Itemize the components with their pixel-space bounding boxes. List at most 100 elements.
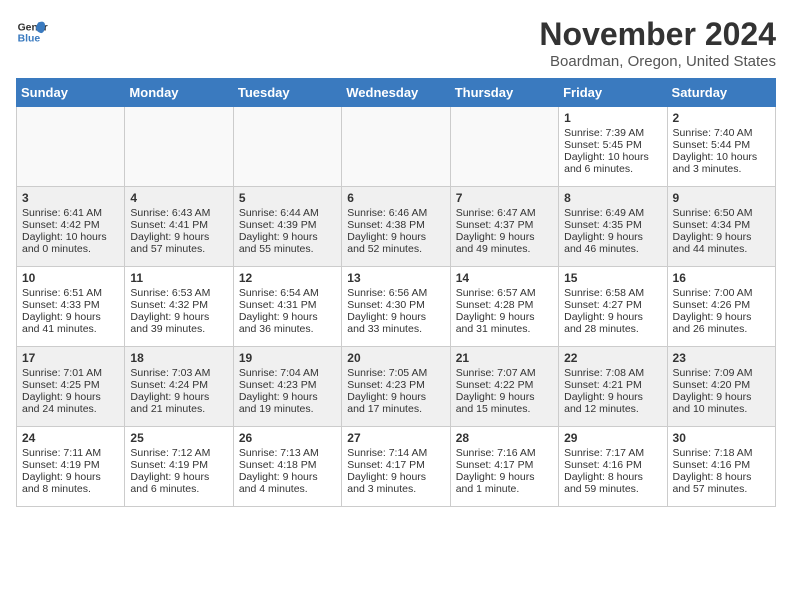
logo-icon: General Blue bbox=[16, 16, 48, 48]
calendar-cell: 17Sunrise: 7:01 AMSunset: 4:25 PMDayligh… bbox=[17, 347, 125, 427]
calendar-subtitle: Boardman, Oregon, United States bbox=[539, 53, 776, 70]
day-info: Sunset: 4:17 PM bbox=[347, 459, 444, 471]
day-info: Daylight: 9 hours and 3 minutes. bbox=[347, 471, 444, 495]
day-info: Sunset: 4:18 PM bbox=[239, 459, 336, 471]
day-info: Daylight: 9 hours and 36 minutes. bbox=[239, 311, 336, 335]
calendar-cell bbox=[450, 107, 558, 187]
day-number: 23 bbox=[673, 351, 770, 365]
day-number: 5 bbox=[239, 191, 336, 205]
day-info: Sunrise: 6:58 AM bbox=[564, 287, 661, 299]
day-info: Daylight: 9 hours and 4 minutes. bbox=[239, 471, 336, 495]
weekday-header-wednesday: Wednesday bbox=[342, 79, 450, 107]
day-info: Sunrise: 6:49 AM bbox=[564, 207, 661, 219]
day-info: Sunrise: 7:01 AM bbox=[22, 367, 119, 379]
day-number: 21 bbox=[456, 351, 553, 365]
day-info: Daylight: 9 hours and 44 minutes. bbox=[673, 231, 770, 255]
day-info: Sunset: 4:16 PM bbox=[564, 459, 661, 471]
day-info: Daylight: 9 hours and 21 minutes. bbox=[130, 391, 227, 415]
day-info: Sunrise: 7:07 AM bbox=[456, 367, 553, 379]
day-number: 26 bbox=[239, 431, 336, 445]
calendar-cell: 24Sunrise: 7:11 AMSunset: 4:19 PMDayligh… bbox=[17, 427, 125, 507]
day-number: 27 bbox=[347, 431, 444, 445]
title-area: November 2024 Boardman, Oregon, United S… bbox=[539, 16, 776, 70]
day-info: Sunset: 4:38 PM bbox=[347, 219, 444, 231]
calendar-cell: 18Sunrise: 7:03 AMSunset: 4:24 PMDayligh… bbox=[125, 347, 233, 427]
day-info: Sunset: 4:19 PM bbox=[130, 459, 227, 471]
day-number: 12 bbox=[239, 271, 336, 285]
logo: General Blue bbox=[16, 16, 48, 48]
day-info: Daylight: 8 hours and 57 minutes. bbox=[673, 471, 770, 495]
day-info: Sunset: 4:34 PM bbox=[673, 219, 770, 231]
day-info: Sunrise: 6:54 AM bbox=[239, 287, 336, 299]
calendar-cell bbox=[233, 107, 341, 187]
calendar-week-row: 10Sunrise: 6:51 AMSunset: 4:33 PMDayligh… bbox=[17, 267, 776, 347]
day-info: Sunset: 4:26 PM bbox=[673, 299, 770, 311]
calendar-cell: 15Sunrise: 6:58 AMSunset: 4:27 PMDayligh… bbox=[559, 267, 667, 347]
day-info: Sunrise: 7:16 AM bbox=[456, 447, 553, 459]
calendar-week-row: 1Sunrise: 7:39 AMSunset: 5:45 PMDaylight… bbox=[17, 107, 776, 187]
calendar-cell: 5Sunrise: 6:44 AMSunset: 4:39 PMDaylight… bbox=[233, 187, 341, 267]
day-info: Daylight: 9 hours and 28 minutes. bbox=[564, 311, 661, 335]
day-number: 9 bbox=[673, 191, 770, 205]
day-info: Daylight: 9 hours and 41 minutes. bbox=[22, 311, 119, 335]
day-info: Sunset: 4:37 PM bbox=[456, 219, 553, 231]
day-info: Sunrise: 7:08 AM bbox=[564, 367, 661, 379]
day-info: Sunset: 4:35 PM bbox=[564, 219, 661, 231]
day-number: 18 bbox=[130, 351, 227, 365]
day-info: Daylight: 9 hours and 17 minutes. bbox=[347, 391, 444, 415]
day-info: Sunrise: 7:09 AM bbox=[673, 367, 770, 379]
calendar-cell: 16Sunrise: 7:00 AMSunset: 4:26 PMDayligh… bbox=[667, 267, 775, 347]
day-info: Sunrise: 6:47 AM bbox=[456, 207, 553, 219]
day-info: Daylight: 9 hours and 12 minutes. bbox=[564, 391, 661, 415]
day-info: Daylight: 9 hours and 26 minutes. bbox=[673, 311, 770, 335]
day-number: 4 bbox=[130, 191, 227, 205]
calendar-cell bbox=[17, 107, 125, 187]
day-info: Daylight: 9 hours and 31 minutes. bbox=[456, 311, 553, 335]
day-info: Daylight: 9 hours and 33 minutes. bbox=[347, 311, 444, 335]
day-info: Daylight: 9 hours and 19 minutes. bbox=[239, 391, 336, 415]
day-info: Sunset: 4:22 PM bbox=[456, 379, 553, 391]
day-info: Sunset: 4:39 PM bbox=[239, 219, 336, 231]
day-info: Sunset: 4:30 PM bbox=[347, 299, 444, 311]
day-info: Sunset: 4:17 PM bbox=[456, 459, 553, 471]
day-info: Sunrise: 7:40 AM bbox=[673, 127, 770, 139]
day-info: Sunset: 4:33 PM bbox=[22, 299, 119, 311]
calendar-cell: 30Sunrise: 7:18 AMSunset: 4:16 PMDayligh… bbox=[667, 427, 775, 507]
day-info: Sunrise: 7:18 AM bbox=[673, 447, 770, 459]
calendar-cell: 28 Sunrise: 7:16 AMSunset: 4:17 PMDayligh… bbox=[450, 427, 558, 507]
day-info: Sunrise: 6:43 AM bbox=[130, 207, 227, 219]
weekday-header-saturday: Saturday bbox=[667, 79, 775, 107]
day-info: Sunset: 4:27 PM bbox=[564, 299, 661, 311]
day-number: 3 bbox=[22, 191, 119, 205]
day-number: 7 bbox=[456, 191, 553, 205]
weekday-header-monday: Monday bbox=[125, 79, 233, 107]
day-number: 28 bbox=[456, 431, 553, 445]
calendar-title: November 2024 bbox=[539, 16, 776, 53]
calendar-cell: 9 Sunrise: 6:50 AMSunset: 4:34 PMDaylight… bbox=[667, 187, 775, 267]
day-number: 10 bbox=[22, 271, 119, 285]
day-info: Daylight: 10 hours and 3 minutes. bbox=[673, 151, 770, 175]
day-info: Daylight: 9 hours and 55 minutes. bbox=[239, 231, 336, 255]
day-info: Sunrise: 6:56 AM bbox=[347, 287, 444, 299]
calendar-body: 1Sunrise: 7:39 AMSunset: 5:45 PMDaylight… bbox=[17, 107, 776, 507]
calendar-cell: 20Sunrise: 7:05 AMSunset: 4:23 PMDayligh… bbox=[342, 347, 450, 427]
day-info: Sunrise: 7:05 AM bbox=[347, 367, 444, 379]
day-info: Sunset: 4:21 PM bbox=[564, 379, 661, 391]
day-info: Sunrise: 7:12 AM bbox=[130, 447, 227, 459]
weekday-header-sunday: Sunday bbox=[17, 79, 125, 107]
day-info: Sunset: 5:45 PM bbox=[564, 139, 661, 151]
day-info: Sunset: 4:25 PM bbox=[22, 379, 119, 391]
calendar-cell: 6Sunrise: 6:46 AMSunset: 4:38 PMDaylight… bbox=[342, 187, 450, 267]
day-info: Daylight: 9 hours and 1 minute. bbox=[456, 471, 553, 495]
weekday-header-thursday: Thursday bbox=[450, 79, 558, 107]
day-number: 6 bbox=[347, 191, 444, 205]
day-info: Sunset: 4:16 PM bbox=[673, 459, 770, 471]
weekday-header-row: SundayMondayTuesdayWednesdayThursdayFrid… bbox=[17, 79, 776, 107]
day-info: Sunrise: 7:04 AM bbox=[239, 367, 336, 379]
day-number: 24 bbox=[22, 431, 119, 445]
day-number: 2 bbox=[673, 111, 770, 125]
day-info: Daylight: 10 hours and 6 minutes. bbox=[564, 151, 661, 175]
day-info: Sunrise: 6:50 AM bbox=[673, 207, 770, 219]
calendar-cell: 2Sunrise: 7:40 AMSunset: 5:44 PMDaylight… bbox=[667, 107, 775, 187]
weekday-header-tuesday: Tuesday bbox=[233, 79, 341, 107]
